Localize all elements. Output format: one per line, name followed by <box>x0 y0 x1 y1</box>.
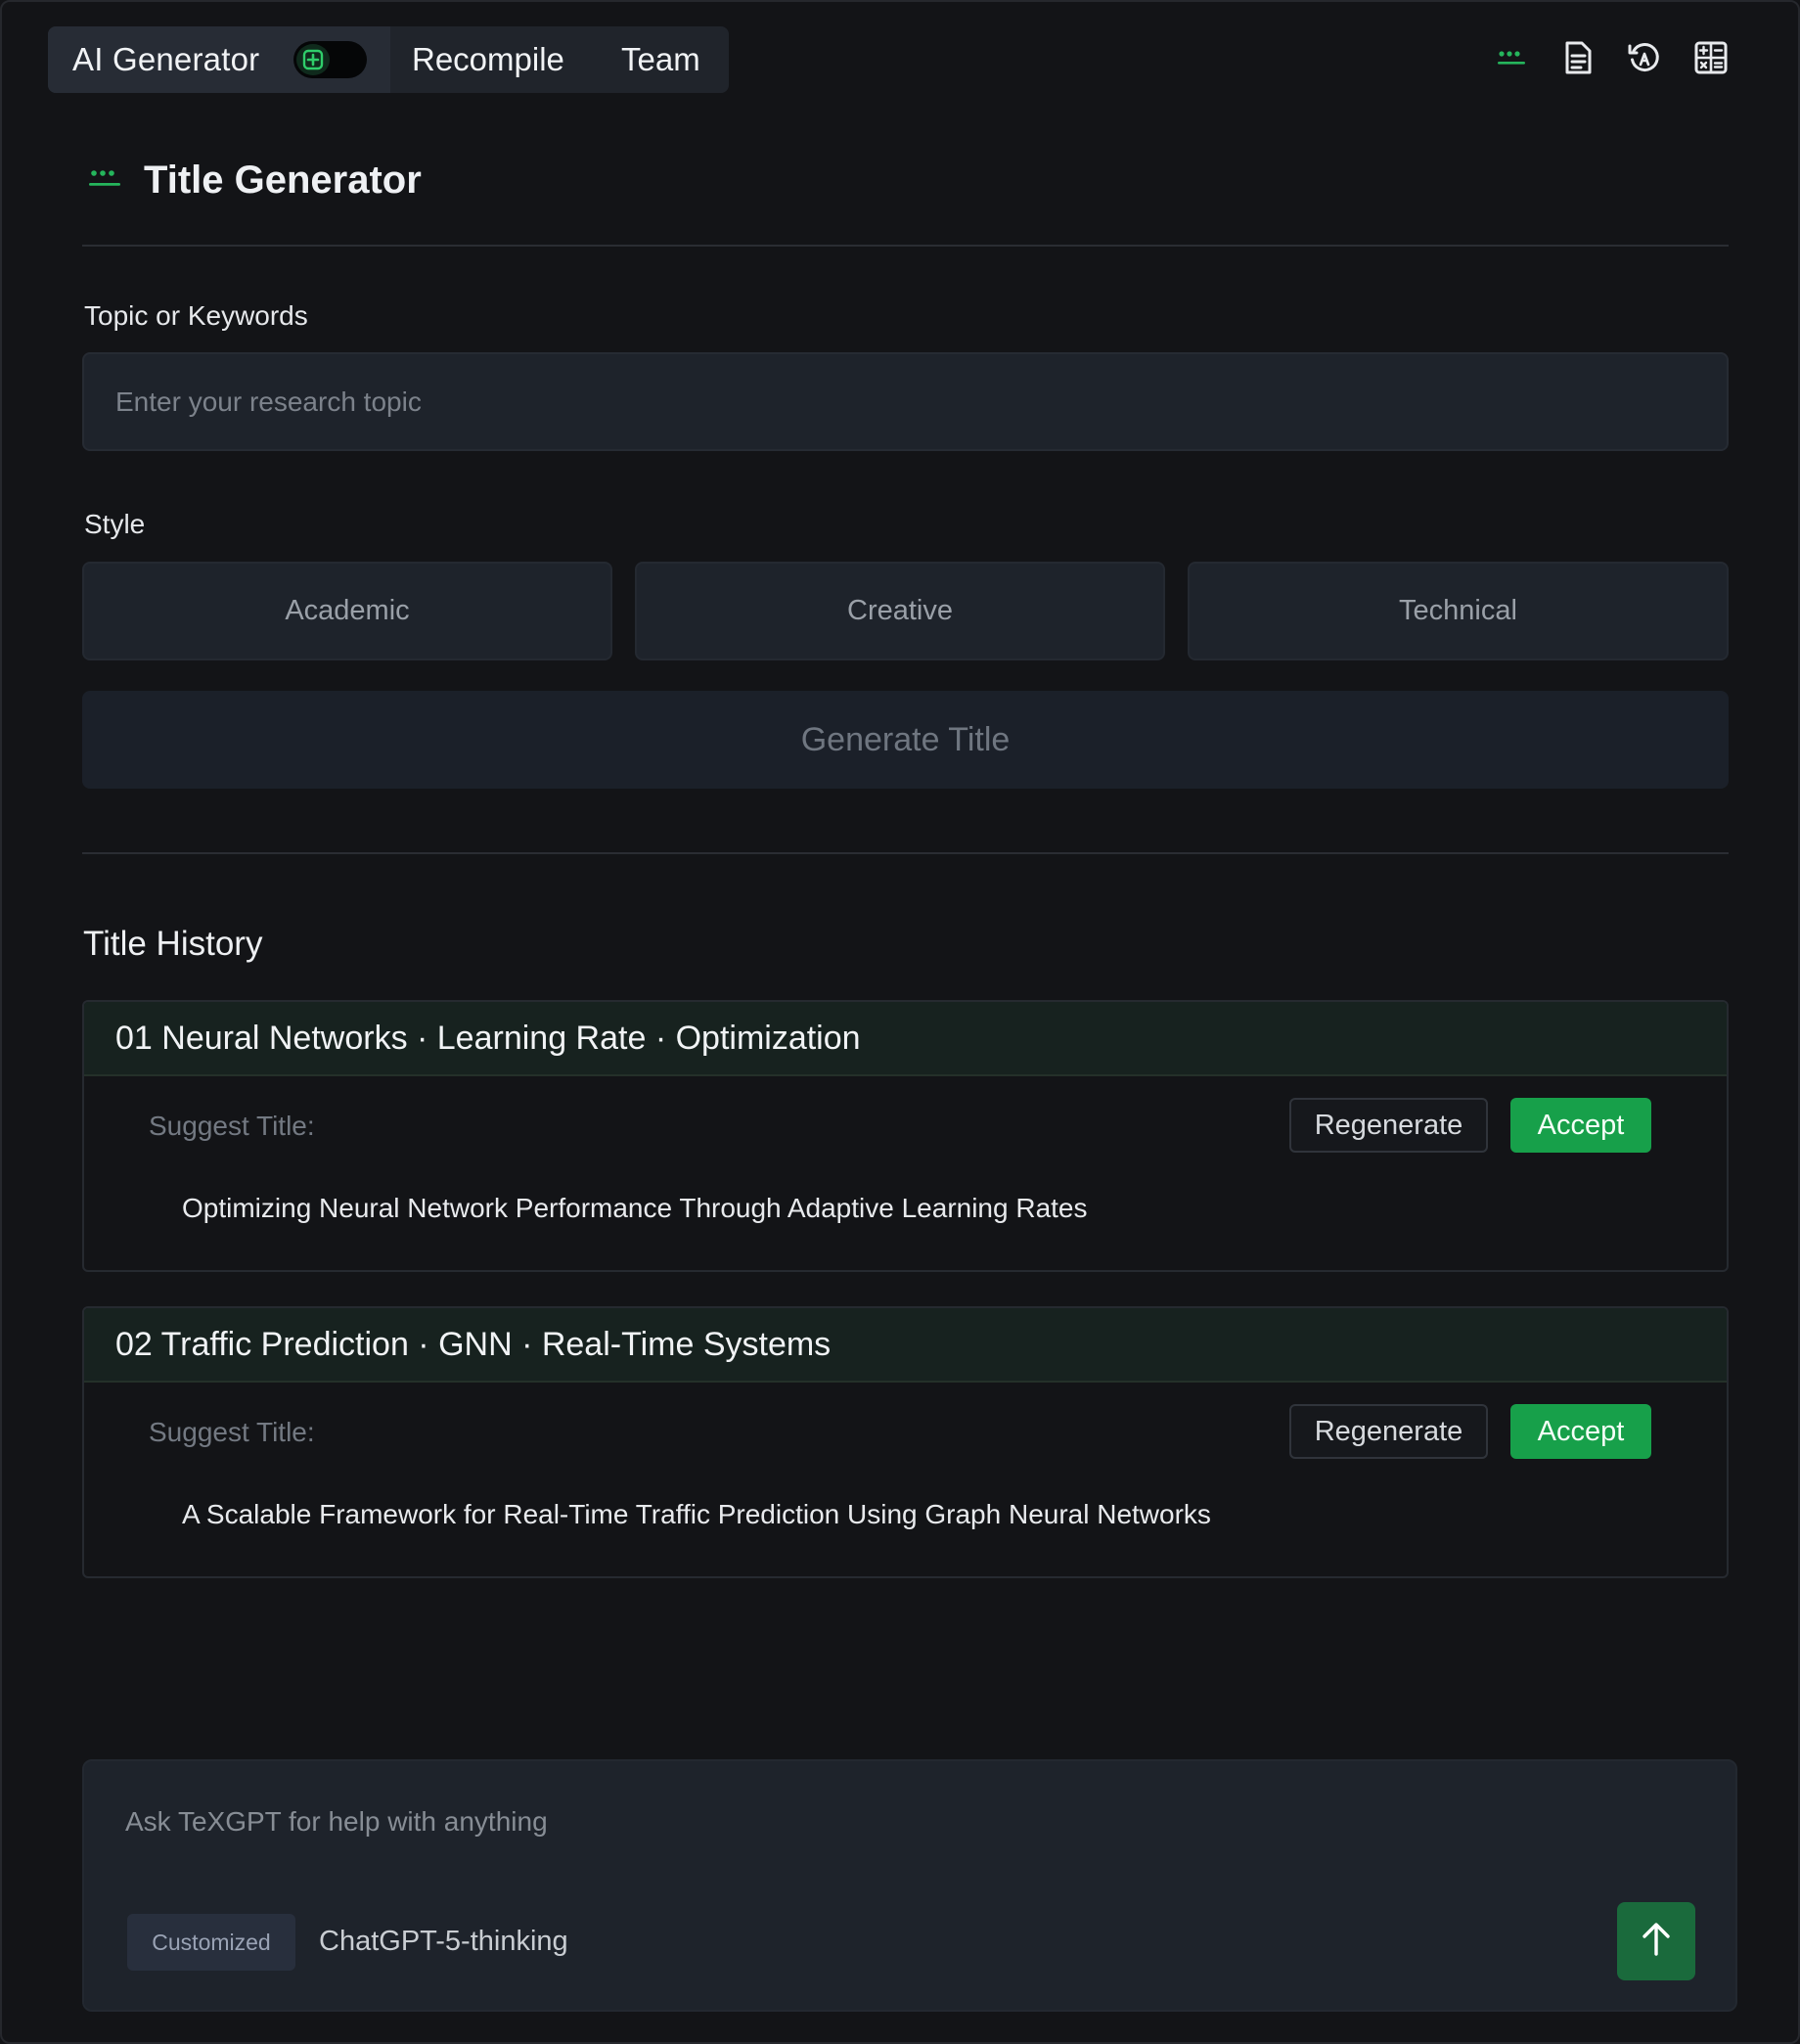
top-tab-bar: AI Generator Recompile Team <box>48 26 729 93</box>
history-card-body: Suggest Title: Regenerate Accept A Scala… <box>84 1383 1727 1576</box>
topic-input[interactable] <box>82 352 1729 451</box>
suggested-title: Optimizing Neural Network Performance Th… <box>182 1193 1088 1223</box>
calculator-icon[interactable] <box>1692 39 1730 76</box>
customized-badge[interactable]: Customized <box>127 1914 295 1971</box>
history-card-body: Suggest Title: Regenerate Accept Optimiz… <box>84 1076 1727 1270</box>
panel-header: Title Generator <box>87 159 422 203</box>
chat-input[interactable] <box>125 1800 1495 1843</box>
history-title: Title History <box>83 925 263 963</box>
history-card: 02 Traffic Prediction · GNN · Real-Time … <box>82 1306 1729 1578</box>
tab-team[interactable]: Team <box>621 41 700 78</box>
toolbar-icons <box>1493 39 1730 76</box>
style-creative-button[interactable]: Creative <box>635 562 1165 660</box>
style-technical-button[interactable]: Technical <box>1188 562 1729 660</box>
dots-icon <box>87 165 122 196</box>
generate-title-button[interactable]: Generate Title <box>82 691 1729 789</box>
suggest-label: Suggest Title: <box>149 1111 315 1141</box>
style-label: Style <box>84 509 146 539</box>
ai-generator-toggle[interactable] <box>293 41 367 78</box>
history-card-heading: 01 Neural Networks · Learning Rate · Opt… <box>84 1002 1727 1076</box>
plus-square-icon <box>296 44 330 75</box>
model-selector[interactable]: ChatGPT-5-thinking <box>319 1926 568 1958</box>
regenerate-button[interactable]: Regenerate <box>1289 1404 1488 1459</box>
divider <box>82 245 1729 247</box>
style-academic-button[interactable]: Academic <box>82 562 612 660</box>
history-card: 01 Neural Networks · Learning Rate · Opt… <box>82 1000 1729 1272</box>
send-button[interactable] <box>1617 1902 1695 1980</box>
divider <box>82 852 1729 854</box>
tab-recompile[interactable]: Recompile <box>412 41 564 78</box>
accept-button[interactable]: Accept <box>1510 1098 1651 1153</box>
document-icon[interactable] <box>1559 39 1597 76</box>
dots-icon[interactable] <box>1493 39 1530 76</box>
tab-ai-generator-label: AI Generator <box>72 41 260 77</box>
suggested-title: A Scalable Framework for Real-Time Traff… <box>182 1499 1211 1529</box>
history-card-heading: 02 Traffic Prediction · GNN · Real-Time … <box>84 1308 1727 1383</box>
accept-button[interactable]: Accept <box>1510 1404 1651 1459</box>
page-title: Title Generator <box>144 159 422 202</box>
tab-ai-generator[interactable]: AI Generator <box>48 26 390 93</box>
suggest-label: Suggest Title: <box>149 1417 315 1447</box>
chat-box: Customized ChatGPT-5-thinking <box>82 1759 1737 2012</box>
history-icon[interactable] <box>1626 39 1663 76</box>
arrow-up-icon <box>1639 1921 1674 1963</box>
regenerate-button[interactable]: Regenerate <box>1289 1098 1488 1153</box>
topic-label: Topic or Keywords <box>84 300 308 331</box>
app-window: AI Generator Recompile Team Title Genera… <box>0 0 1800 2044</box>
